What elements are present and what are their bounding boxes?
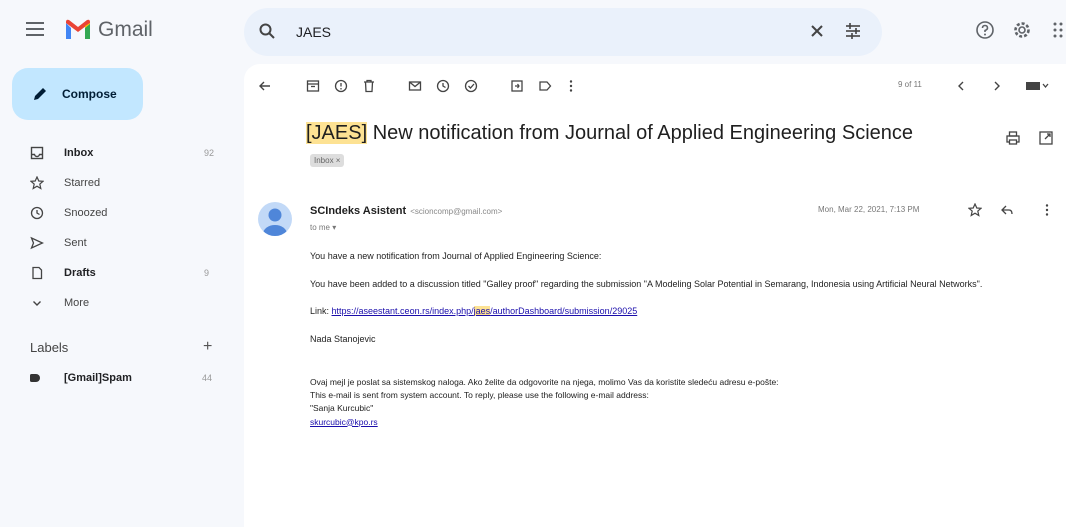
sender-avatar[interactable] (258, 202, 292, 236)
message-toolbar: 9 of 11 (244, 64, 1066, 108)
gmail-logo-text: Gmail (98, 18, 153, 41)
sender-name[interactable]: SCIndeks Asistent (310, 205, 406, 217)
send-icon (29, 235, 45, 251)
inbox-label-chip[interactable]: Inbox × (310, 154, 345, 167)
signature-line: This e-mail is sent from system account.… (310, 390, 649, 401)
labels-heading: Labels (30, 340, 69, 355)
help-icon[interactable] (975, 20, 995, 40)
gmail-logo[interactable]: Gmail (64, 18, 153, 42)
clock-icon (29, 205, 45, 221)
gmail-m-icon (66, 19, 90, 39)
sidebar-item-snoozed[interactable]: Snoozed (0, 198, 230, 228)
link-paragraph: Link: https://aseestant.ceon.rs/index.ph… (310, 305, 1050, 319)
body-paragraph: You have a new notification from Journal… (310, 251, 602, 261)
print-icon[interactable] (1005, 130, 1021, 146)
link-label: Link: (310, 306, 332, 316)
star-icon[interactable] (968, 203, 982, 217)
main-menu-icon[interactable] (26, 22, 44, 36)
sidebar-item-label: Starred (64, 177, 101, 189)
sidebar-item-label: Drafts (64, 267, 96, 279)
report-spam-icon[interactable] (332, 77, 350, 95)
chevron-down-icon (29, 295, 45, 311)
settings-gear-icon[interactable] (1012, 20, 1032, 40)
input-tools-icon[interactable] (1022, 77, 1052, 95)
sidebar-item-starred[interactable]: Starred (0, 168, 230, 198)
sidebar-item-sent[interactable]: Sent (0, 228, 230, 258)
chevron-right-icon[interactable] (988, 77, 1006, 95)
label-count: 44 (202, 373, 213, 383)
link-part: /authorDashboard/submission/29025 (490, 306, 638, 316)
more-vert-icon[interactable] (1044, 203, 1050, 217)
delete-icon[interactable] (360, 77, 378, 95)
google-apps-icon[interactable] (1052, 20, 1066, 40)
sender-info: SCIndeks Asistent <scioncomp@gmail.com> (310, 205, 502, 217)
chevron-left-icon[interactable] (952, 77, 970, 95)
person-icon (263, 208, 287, 236)
label-icon[interactable] (536, 77, 554, 95)
inbox-icon (29, 145, 45, 161)
sidebar-item-label: Snoozed (64, 207, 108, 219)
draft-count: 9 (204, 268, 210, 278)
sidebar-item-label: Inbox (64, 147, 94, 159)
unread-count: 92 (204, 148, 215, 158)
sidebar-item-label: Sent (64, 237, 87, 249)
sidebar-item-more[interactable]: More (0, 288, 230, 318)
add-label-icon[interactable]: + (203, 338, 212, 356)
subject-text: New notification from Journal of Applied… (367, 122, 914, 144)
link-part: https://aseestant.ceon.rs/index.php/ (331, 306, 474, 316)
sidebar-item-label: More (64, 297, 90, 309)
compose-label: Compose (62, 87, 117, 101)
email-body: You have a new notification from Journal… (310, 250, 1050, 429)
label-item-spam[interactable]: [Gmail]Spam 44 (30, 372, 220, 384)
archive-icon[interactable] (304, 77, 322, 95)
compose-button[interactable]: Compose (12, 68, 143, 120)
search-bar[interactable] (244, 8, 882, 56)
email-subject: [JAES] New notification from Journal of … (306, 122, 913, 145)
pager-text: 9 of 11 (898, 80, 922, 89)
email-date: Mon, Mar 22, 2021, 7:13 PM (818, 205, 920, 214)
clear-search-icon[interactable] (808, 22, 826, 40)
open-new-window-icon[interactable] (1038, 130, 1054, 146)
search-input[interactable] (296, 20, 776, 44)
pencil-icon (34, 88, 46, 100)
message-view: 9 of 11 [JAES] New notification from Jou… (244, 64, 1066, 527)
mark-unread-icon[interactable] (406, 77, 424, 95)
sender-email: <scioncomp@gmail.com> (410, 207, 503, 216)
subject-tag: [JAES] (306, 122, 368, 144)
body-paragraph: You have been added to a discussion titl… (310, 278, 983, 289)
search-options-icon[interactable] (844, 22, 862, 40)
move-to-icon[interactable] (508, 77, 526, 95)
signature-line: "Sanja Kurcubic" (310, 403, 374, 414)
back-arrow-icon[interactable] (256, 77, 274, 95)
recipient-dropdown[interactable]: to me ▾ (310, 223, 336, 232)
reply-icon[interactable] (1000, 203, 1014, 217)
draft-icon (29, 265, 45, 281)
add-to-tasks-icon[interactable] (462, 77, 480, 95)
sidebar-nav: Inbox 92 Starred Snoozed Sent Drafts 9 M… (0, 138, 230, 318)
reply-email-link[interactable]: skurcubic@kpo.rs (310, 417, 378, 427)
label-tag-icon (30, 374, 40, 382)
top-bar: Gmail (0, 0, 1066, 64)
link-highlight: jaes (473, 306, 491, 316)
body-paragraph: Nada Stanojevic (310, 333, 376, 344)
snooze-icon[interactable] (434, 77, 452, 95)
star-icon (29, 175, 45, 191)
email-signature: Ovaj mejl je poslat sa sistemskog naloga… (310, 376, 1050, 429)
signature-line: Ovaj mejl je poslat sa sistemskog naloga… (310, 377, 779, 387)
sidebar-item-inbox[interactable]: Inbox 92 (0, 138, 230, 168)
more-vert-icon[interactable] (562, 77, 580, 95)
sidebar-item-drafts[interactable]: Drafts 9 (0, 258, 230, 288)
label-name: [Gmail]Spam (64, 372, 132, 384)
search-icon[interactable] (258, 22, 276, 40)
submission-link[interactable]: https://aseestant.ceon.rs/index.php/jaes… (331, 306, 638, 316)
